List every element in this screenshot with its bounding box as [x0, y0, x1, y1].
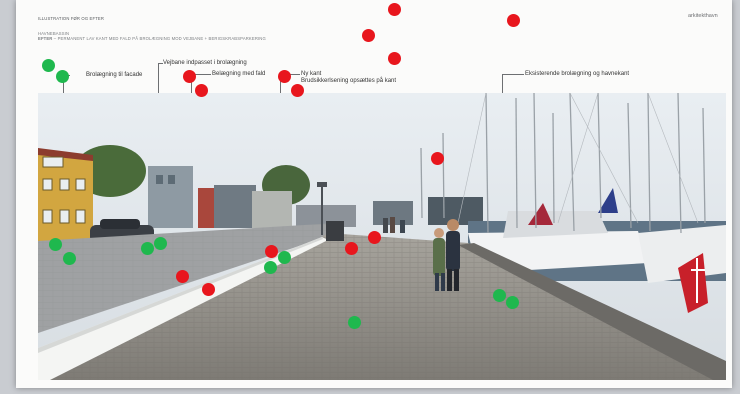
- red-marker-dot: [182, 69, 196, 83]
- doc-subtitle-text: – PERMANENT LAV KANT MED FALD PÅ BROLÆGN…: [52, 36, 266, 41]
- callout-fald: Belægning med fald: [212, 71, 266, 77]
- red-marker-dot: [175, 269, 189, 283]
- doc-subtitle: EFTER – PERMANENT LAV KANT MED FALD PÅ B…: [38, 36, 266, 41]
- red-marker-dot: [387, 2, 401, 16]
- red-marker-dot: [277, 69, 291, 83]
- red-marker-dot: [201, 282, 215, 296]
- red-marker-dot: [194, 83, 208, 97]
- harbour-illustration-photo: [38, 93, 726, 380]
- green-marker-dot: [492, 288, 506, 302]
- red-marker-dot: [264, 244, 278, 258]
- green-marker-dot: [277, 250, 291, 264]
- green-marker-dot: [62, 251, 76, 265]
- leader-tick-vejbane: [158, 63, 163, 64]
- brand-logo-text: arkitekthavn: [688, 13, 718, 19]
- callout-kant: Ny kant: [301, 71, 322, 77]
- callout-kant-sub: Brudsikkerlsening opsættes på kant: [301, 78, 397, 84]
- waste-bin: [326, 221, 344, 241]
- leader-tick-eksisterende: [502, 74, 524, 75]
- callout-vejbane: Vejbane indpasset i brolægning: [163, 60, 247, 66]
- green-marker-dot: [140, 241, 154, 255]
- doc-title: ILLUSTRATION FØR OG EFTER: [38, 16, 105, 21]
- callout-eksisterende: Eksisterende brolægning og havnekant: [525, 71, 630, 77]
- red-marker-dot: [344, 241, 358, 255]
- red-marker-dot: [430, 151, 444, 165]
- red-marker-dot: [367, 230, 381, 244]
- red-marker-dot: [361, 28, 375, 42]
- red-marker-dot: [290, 83, 304, 97]
- yellow-house: [38, 148, 93, 243]
- green-marker-dot: [55, 69, 69, 83]
- red-marker-dot: [506, 13, 520, 27]
- callout-facade: Brolægning til facade: [86, 72, 143, 78]
- green-marker-dot: [505, 295, 519, 309]
- green-marker-dot: [48, 237, 62, 251]
- green-marker-dot: [347, 315, 361, 329]
- green-marker-dot: [153, 236, 167, 250]
- red-marker-dot: [387, 51, 401, 65]
- green-marker-dot: [263, 260, 277, 274]
- doc-subtitle-prefix: EFTER: [38, 36, 53, 41]
- green-marker-dot: [41, 58, 55, 72]
